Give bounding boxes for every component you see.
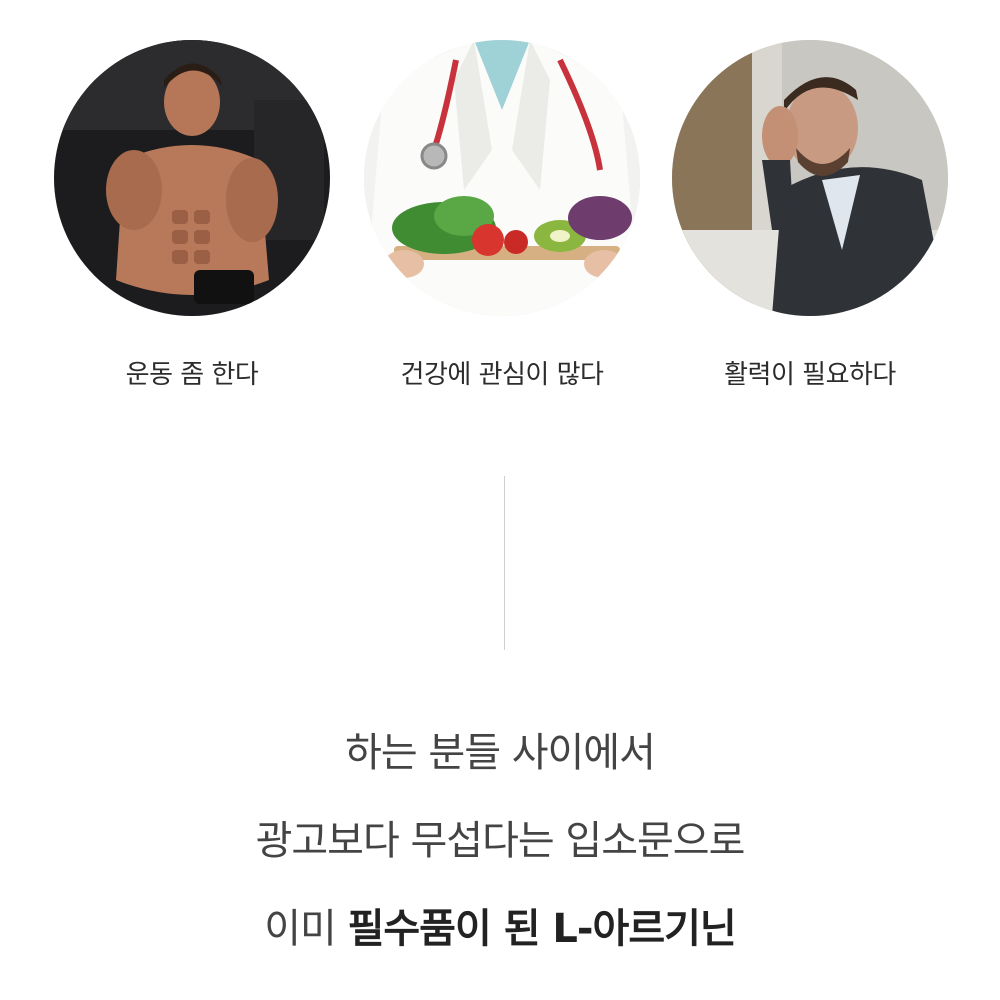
vertical-divider — [504, 476, 505, 650]
tired-man-photo — [672, 40, 948, 316]
message-line-3-highlight: 필수품이 된 L-아르기닌 — [347, 906, 737, 952]
tired-man-image — [672, 40, 948, 316]
message-line-1: 하는 분들 사이에서 — [345, 730, 656, 776]
doctor-photo — [364, 40, 640, 316]
doctor-with-vegetables-image — [364, 40, 640, 316]
message-line-3: 이미 필수품이 된 L-아르기닌 — [0, 898, 1000, 986]
message-line-2: 광고보다 무섭다는 입소문으로 — [255, 818, 746, 864]
message-line-3-prefix: 이미 — [264, 906, 348, 952]
muscular-man-photo — [54, 40, 330, 316]
persona-card-vitality: 활력이 필요하다 — [670, 40, 950, 391]
headline-message: 하는 분들 사이에서 광고보다 무섭다는 입소문으로 이미 필수품이 된 L-아… — [0, 722, 1000, 986]
persona-label-vitality: 활력이 필요하다 — [724, 360, 896, 390]
persona-label-health: 건강에 관심이 많다 — [400, 360, 604, 390]
persona-card-exercise: 운동 좀 한다 — [52, 40, 332, 391]
muscular-man-image — [54, 40, 330, 316]
persona-card-health: 건강에 관심이 많다 — [362, 40, 642, 391]
persona-label-exercise: 운동 좀 한다 — [125, 360, 259, 390]
